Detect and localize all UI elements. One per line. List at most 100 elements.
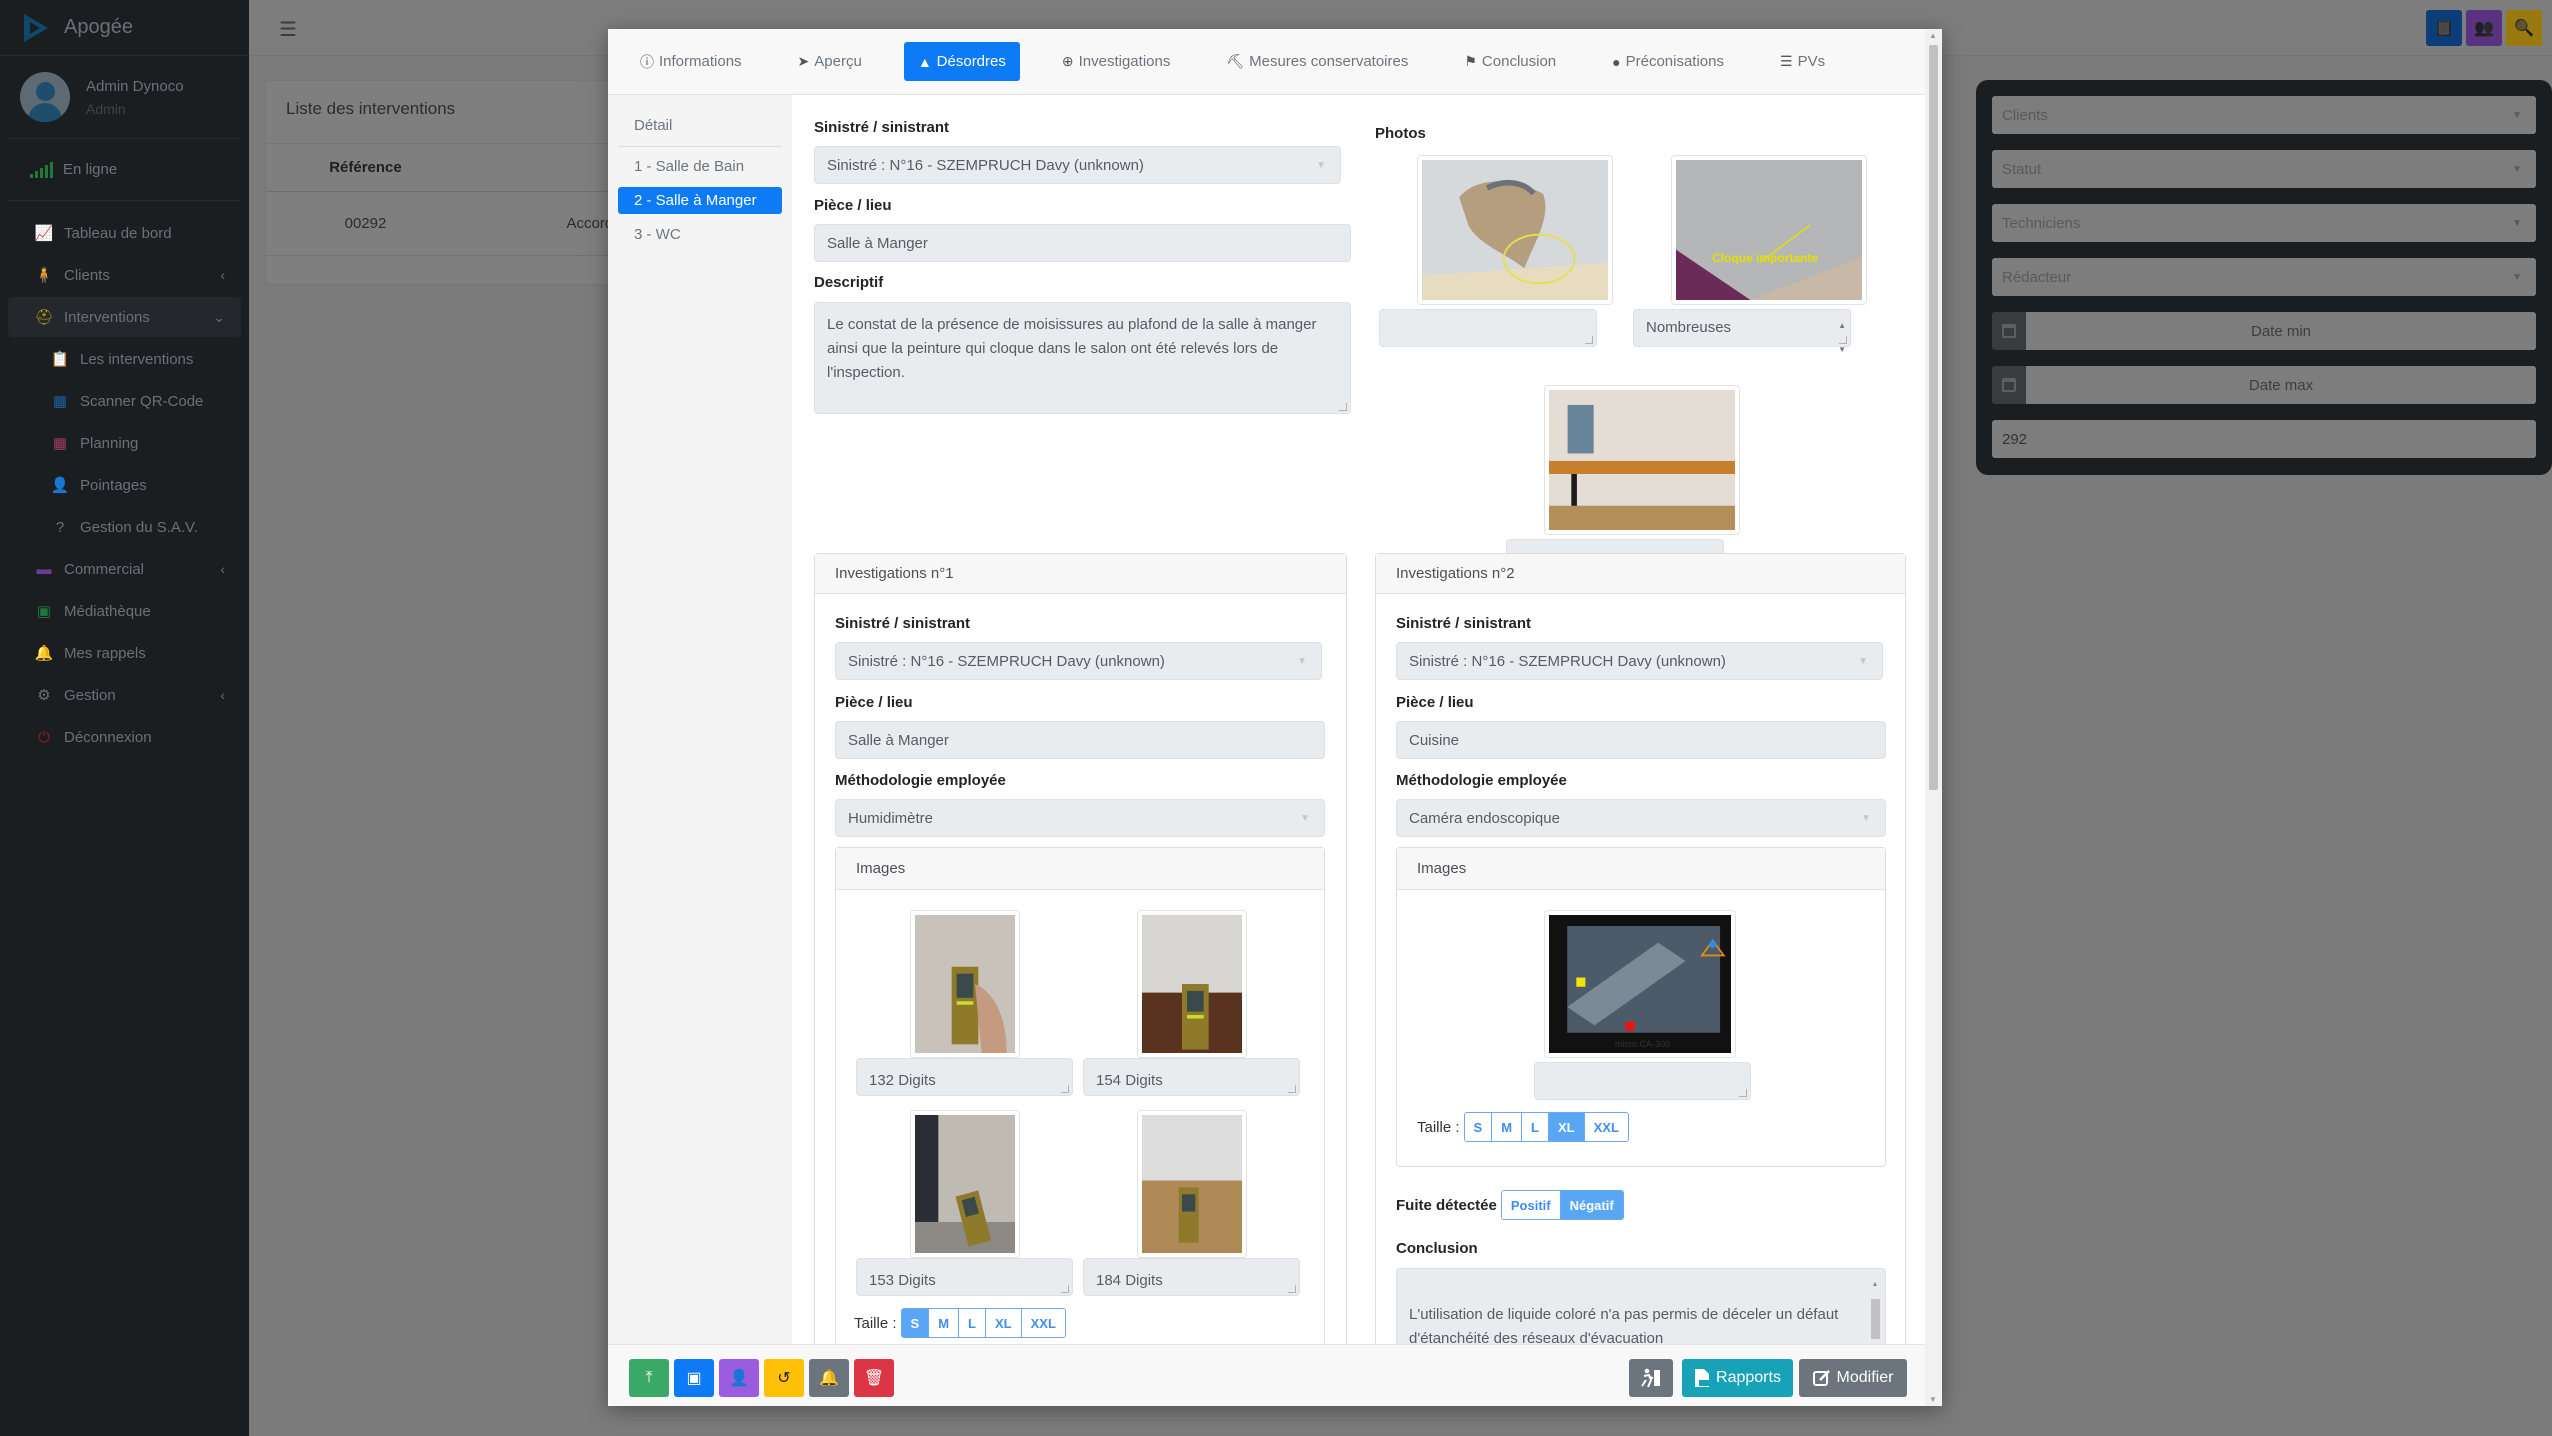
size-option-l[interactable]: L	[959, 1309, 986, 1337]
image-caption-input[interactable]	[1534, 1062, 1751, 1100]
resize-handle-icon[interactable]	[1339, 403, 1347, 411]
sidebar-item-les-interventions[interactable]: 📋 Les interventions	[8, 339, 241, 379]
investigation-image[interactable]	[1137, 1110, 1247, 1258]
redacteur-filter[interactable]: Rédacteur ▼	[1992, 258, 2536, 296]
date-min-placeholder[interactable]: Date min	[2026, 312, 2536, 350]
gallery-button[interactable]: ▣	[674, 1359, 714, 1397]
brand[interactable]: Apogée	[0, 0, 249, 56]
size-option-xxl[interactable]: XXL	[1021, 1309, 1065, 1337]
tab-preconisations[interactable]: ● Préconisations	[1598, 42, 1738, 81]
sidebar-item-interventions[interactable]: ⛑ Interventions ⌄	[8, 297, 241, 337]
size-option-xl[interactable]: XL	[1549, 1113, 1585, 1141]
sidebar-item-commercial[interactable]: ▬ Commercial ‹	[8, 549, 241, 589]
photo-thumbnail[interactable]	[1417, 155, 1613, 305]
sinistre-select[interactable]: Sinistré : N°16 - SZEMPRUCH Davy (unknow…	[814, 146, 1341, 184]
date-max-placeholder[interactable]: Date max	[2026, 366, 2536, 404]
size-option-m[interactable]: M	[1492, 1113, 1523, 1141]
size-option-m[interactable]: M	[929, 1309, 960, 1337]
reminder-button[interactable]: 🔔	[809, 1359, 849, 1397]
sidebar-item-mediatheque[interactable]: ▣ Médiathèque	[8, 591, 241, 631]
resize-handle-icon[interactable]	[1288, 1285, 1296, 1293]
tab-apercu[interactable]: ➤ Aperçu	[784, 42, 876, 81]
tab-desordres[interactable]: ▲ Désordres	[903, 42, 1020, 81]
photo-thumbnail[interactable]: Cloque importante	[1671, 155, 1867, 305]
upload-button[interactable]: ⤒	[629, 1359, 669, 1397]
sidebar-item-tableau-de-bord[interactable]: 📈 Tableau de bord	[8, 213, 241, 253]
calendar-icon[interactable]	[1992, 366, 2026, 404]
sidebar-item-scanner-qr-code[interactable]: ▦ Scanner QR-Code	[8, 381, 241, 421]
sinistre-select[interactable]: Sinistré : N°16 - SZEMPRUCH Davy (unknow…	[835, 642, 1322, 680]
investigation-image[interactable]: micro CA-300	[1544, 910, 1736, 1058]
statut-filter[interactable]: Statut ▼	[1992, 150, 2536, 188]
tab-investigations[interactable]: ⊕ Investigations	[1048, 42, 1184, 81]
size-option-xl[interactable]: XL	[986, 1309, 1022, 1337]
investigation-image[interactable]	[1137, 910, 1247, 1058]
descriptif-textarea[interactable]: Le constat de la présence de moisissures…	[814, 302, 1351, 414]
investigation-image[interactable]	[910, 910, 1020, 1058]
delete-button[interactable]: 🗑	[854, 1359, 894, 1397]
sidebar-item-mes-rappels[interactable]: 🔔 Mes rappels	[8, 633, 241, 673]
piece-input[interactable]: Cuisine	[1396, 721, 1886, 759]
image-caption-input[interactable]: 153 Digits	[856, 1258, 1073, 1296]
table-row[interactable]: 00292 Accord immo	[266, 192, 664, 256]
image-caption-input[interactable]: 154 Digits	[1083, 1058, 1300, 1096]
detail-nav-item[interactable]: 1 - Salle de Bain	[618, 153, 782, 180]
techniciens-filter[interactable]: Techniciens ▼	[1992, 204, 2536, 242]
tab-mesures-conservatoires[interactable]: ⛏ Mesures conservatoires	[1212, 42, 1422, 81]
search-button[interactable]: 🔍	[2506, 10, 2542, 46]
detail-nav-item[interactable]: 3 - WC	[618, 221, 782, 248]
investigation-image[interactable]	[910, 1110, 1020, 1258]
spinner-arrows-icon[interactable]: ▲ ▼	[1838, 314, 1846, 362]
resize-handle-icon[interactable]	[1288, 1085, 1296, 1093]
user-panel[interactable]: Admin Dynoco Admin	[8, 56, 241, 139]
photo-thumbnail[interactable]	[1544, 385, 1740, 535]
size-option-s[interactable]: S	[901, 1309, 930, 1337]
photo-caption-input[interactable]	[1379, 309, 1597, 347]
sidebar-item-planning[interactable]: ▦ Planning	[8, 423, 241, 463]
resize-handle-icon[interactable]	[1061, 1285, 1069, 1293]
sidebar-item-clients[interactable]: 🧍 Clients ‹	[8, 255, 241, 295]
resize-handle-icon[interactable]	[1061, 1085, 1069, 1093]
sidebar-item-pointages[interactable]: 👤 Pointages	[8, 465, 241, 505]
assign-user-button[interactable]: 👤	[719, 1359, 759, 1397]
rapports-button[interactable]: Rapports	[1682, 1359, 1793, 1397]
sinistre-select[interactable]: Sinistré : N°16 - SZEMPRUCH Davy (unknow…	[1396, 642, 1883, 680]
image-caption-input[interactable]: 132 Digits	[856, 1058, 1073, 1096]
leak-option-negatif[interactable]: Négatif	[1560, 1191, 1623, 1219]
piece-input[interactable]: Salle à Manger	[814, 224, 1351, 262]
sidebar-item-deconnexion[interactable]: ⏻ Déconnexion	[8, 717, 241, 757]
date-min-filter[interactable]: Date min	[1992, 312, 2536, 350]
piece-input[interactable]: Salle à Manger	[835, 721, 1325, 759]
scroll-down-icon[interactable]: ▼	[1929, 1395, 1937, 1404]
photo-caption-input[interactable]: Nombreuses ▲ ▼	[1633, 309, 1851, 354]
history-button[interactable]: ↺	[764, 1359, 804, 1397]
methode-select[interactable]: Caméra endoscopique ▼	[1396, 799, 1886, 837]
tab-conclusion[interactable]: ⚑ Conclusion	[1450, 42, 1570, 81]
leak-option-positif[interactable]: Positif	[1501, 1191, 1561, 1219]
textarea-scrollbar[interactable]: ▲	[1869, 1273, 1881, 1339]
date-max-filter[interactable]: Date max	[1992, 366, 2536, 404]
methode-select[interactable]: Humidimètre ▼	[835, 799, 1325, 837]
detail-nav-item[interactable]: 2 - Salle à Manger	[618, 187, 782, 214]
scroll-up-icon[interactable]: ▲	[1929, 31, 1937, 40]
add-intervention-button[interactable]: 📋	[2426, 10, 2462, 46]
modal-scrollbar[interactable]: ▲ ▼	[1925, 29, 1942, 1406]
resize-handle-icon[interactable]	[1739, 1089, 1747, 1097]
hamburger-menu-icon[interactable]: ☰	[279, 17, 297, 42]
tab-pvs[interactable]: ☰ PVs	[1766, 42, 1839, 81]
size-option-s[interactable]: S	[1464, 1113, 1493, 1141]
scrollbar-thumb[interactable]	[1929, 45, 1938, 790]
column-reference[interactable]: Référence	[266, 159, 465, 176]
tab-informations[interactable]: ⓘ Informations	[626, 42, 756, 81]
image-caption-input[interactable]: 184 Digits	[1083, 1258, 1300, 1296]
size-option-l[interactable]: L	[1522, 1113, 1549, 1141]
modifier-button[interactable]: Modifier	[1799, 1359, 1907, 1397]
exit-button[interactable]	[1629, 1359, 1673, 1397]
sidebar-item-gestion-du-s-a-v[interactable]: ? Gestion du S.A.V.	[8, 507, 241, 547]
sidebar-item-gestion[interactable]: ⚙ Gestion ‹	[8, 675, 241, 715]
clients-filter[interactable]: Clients ▼	[1992, 96, 2536, 134]
add-client-button[interactable]: 👥	[2466, 10, 2502, 46]
reference-filter[interactable]: 292	[1992, 420, 2536, 458]
resize-handle-icon[interactable]	[1585, 336, 1593, 344]
calendar-icon[interactable]	[1992, 312, 2026, 350]
